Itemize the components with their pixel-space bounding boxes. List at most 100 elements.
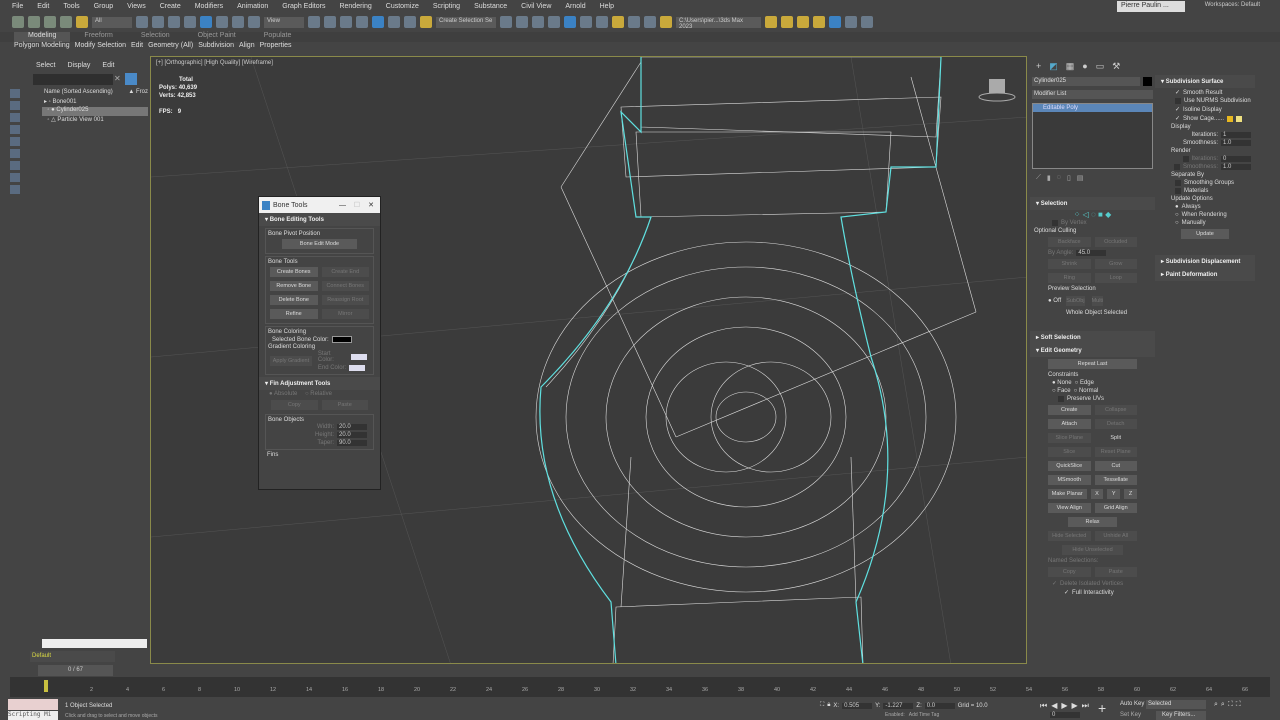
update-button[interactable]: Update — [1181, 229, 1229, 239]
display-cameras-icon[interactable] — [10, 125, 20, 134]
redo-icon[interactable] — [28, 16, 40, 28]
menu-animation[interactable]: Animation — [237, 3, 268, 10]
grow-button[interactable]: Grow — [1094, 259, 1137, 269]
previous-frame-icon[interactable]: ◀ — [1051, 701, 1057, 711]
multi-radio[interactable]: Multi — [1091, 296, 1104, 306]
frozen-column-header[interactable]: ▲ Froz — [128, 89, 148, 98]
current-frame-marker[interactable] — [44, 680, 48, 692]
rollout-subdivision-displacement[interactable]: ▸ Subdivision Displacement — [1155, 255, 1255, 268]
scene-menu-display[interactable]: Display — [67, 62, 90, 69]
panel-polygon-modeling[interactable]: Polygon Modeling — [14, 42, 70, 52]
planar-y-button[interactable]: Y — [1107, 489, 1121, 499]
maxscript-mini-listener[interactable] — [8, 699, 58, 710]
display-xrefs-icon[interactable] — [10, 173, 20, 182]
curve-editor-icon[interactable] — [580, 16, 592, 28]
display-helpers-icon[interactable] — [10, 137, 20, 146]
rect-selection-icon[interactable] — [168, 16, 180, 28]
menu-rendering[interactable]: Rendering — [339, 3, 371, 10]
ring-button[interactable]: Ring — [1048, 273, 1091, 283]
reassign-root-button[interactable]: Reassign Root — [321, 295, 369, 305]
x-coordinate[interactable]: 0.505 — [842, 702, 873, 709]
smoothing-groups-checkbox[interactable]: Smoothing Groups — [1184, 180, 1234, 186]
move-icon[interactable] — [200, 16, 212, 28]
tessellate-button[interactable]: Tessellate — [1094, 475, 1137, 485]
key-set-dropdown[interactable]: Selected — [1146, 700, 1206, 709]
close-icon[interactable]: ✕ — [368, 201, 374, 209]
project-path-dropdown[interactable]: C:\Users\pier...\3ds Max 2023 — [676, 16, 761, 30]
subobject-icons[interactable]: ⁘ ◁ ◌ ■ ◆ — [1030, 210, 1155, 219]
scene-search-input[interactable] — [33, 74, 113, 85]
display-tab-icon[interactable]: ▭ — [1096, 61, 1105, 72]
render-frame-icon[interactable] — [644, 16, 656, 28]
pivot-center-icon[interactable] — [308, 16, 320, 28]
full-interactivity-checkbox[interactable]: Full Interactivity — [1072, 590, 1114, 596]
attach-button[interactable]: Attach — [1048, 419, 1091, 429]
menu-arnold[interactable]: Arnold — [565, 3, 585, 10]
user-account[interactable]: Pierre Paulin ... — [1117, 1, 1185, 12]
current-frame-input[interactable]: 0 — [1050, 712, 1080, 718]
render-iterations-spinner[interactable]: 0 — [1221, 156, 1251, 162]
menu-substance[interactable]: Substance — [474, 3, 507, 10]
window-crossing-icon[interactable] — [184, 16, 196, 28]
maxscript-listener[interactable]: Scripting Mi — [8, 711, 58, 720]
manually-radio[interactable]: Manually — [1182, 220, 1206, 226]
tab-selection[interactable]: Selection — [127, 32, 184, 42]
smooth-result-checkbox[interactable]: Smooth Result — [1183, 90, 1222, 96]
scale-icon[interactable] — [232, 16, 244, 28]
isolate-icon[interactable]: ⛶ — [820, 702, 824, 709]
motion-tab-icon[interactable]: ● — [1082, 61, 1087, 72]
show-end-result-icon[interactable]: ▮ — [1047, 174, 1051, 182]
layer-explorer-icon[interactable] — [548, 16, 560, 28]
display-geometry-icon[interactable] — [10, 101, 20, 110]
constraint-face-radio[interactable]: ○ Face — [1052, 388, 1071, 394]
select-object-icon[interactable] — [136, 16, 148, 28]
unlink-icon[interactable] — [60, 16, 72, 28]
relax-button[interactable]: Relax — [1068, 517, 1117, 527]
off-radio[interactable]: ● Off — [1048, 298, 1061, 304]
remove-modifier-icon[interactable]: ▯ — [1067, 174, 1071, 182]
isoline-display-checkbox[interactable]: Isoline Display — [1183, 107, 1222, 113]
undo-icon[interactable] — [12, 16, 24, 28]
rotate-icon[interactable] — [216, 16, 228, 28]
project-folder-icon[interactable] — [765, 16, 777, 28]
menu-customize[interactable]: Customize — [386, 3, 419, 10]
refine-button[interactable]: Refine — [270, 309, 318, 319]
absolute-radio[interactable]: ● Absolute — [269, 391, 297, 397]
materials-checkbox[interactable]: Materials — [1184, 188, 1208, 194]
smoothness-spinner[interactable]: 1.0 — [1221, 140, 1251, 146]
use-nurms-checkbox[interactable]: Use NURMS Subdivision — [1184, 98, 1251, 104]
utilities-tab-icon[interactable]: ⚒ — [1112, 61, 1120, 72]
render-icon[interactable] — [660, 16, 672, 28]
render-smoothness-spinner[interactable]: 1.0 — [1221, 164, 1251, 170]
workspace-selector[interactable]: Workspaces: Default — [1205, 2, 1260, 8]
layer-dropdown[interactable]: Default — [30, 651, 115, 662]
schematic-view-icon[interactable] — [596, 16, 608, 28]
copy-button[interactable]: Copy — [271, 400, 318, 410]
stack-item-editable-poly[interactable]: Editable Poly — [1033, 104, 1152, 112]
time-slider-thumb[interactable]: 0 / 67 — [38, 665, 113, 676]
hide-unselected-button[interactable]: Hide Unselected — [1062, 545, 1123, 555]
next-frame-icon[interactable]: ▶ — [1072, 701, 1078, 711]
archive-icon[interactable] — [813, 16, 825, 28]
panel-properties[interactable]: Properties — [260, 42, 292, 52]
panel-align[interactable]: Align — [239, 42, 255, 52]
object-color-swatch[interactable] — [1143, 77, 1152, 86]
tree-item[interactable]: ▸ ◦ Bone001 — [42, 98, 148, 107]
hide-selected-button[interactable]: Hide Selected — [1048, 531, 1091, 541]
tab-populate[interactable]: Populate — [250, 32, 306, 42]
unhide-all-button[interactable]: Unhide All — [1094, 531, 1137, 541]
spinner-snap-icon[interactable] — [404, 16, 416, 28]
mirror-icon[interactable] — [500, 16, 512, 28]
key-filters-button[interactable]: Key Filters... — [1156, 711, 1206, 720]
time-slider[interactable]: 0 / 67 — [10, 665, 1270, 677]
width-spinner[interactable]: 20.0 — [337, 424, 367, 430]
display-spacewarps-icon[interactable] — [10, 149, 20, 158]
grid-align-button[interactable]: Grid Align — [1094, 503, 1137, 513]
constraint-edge-radio[interactable]: ○ Edge — [1075, 380, 1094, 386]
iterations-spinner[interactable]: 1 — [1221, 132, 1251, 138]
quickslice-button[interactable]: QuickSlice — [1048, 461, 1091, 471]
panel-subdivision[interactable]: Subdivision — [198, 42, 234, 52]
dialog-titlebar[interactable]: Bone Tools — ☐ ✕ — [259, 197, 380, 213]
panel-modify-selection[interactable]: Modify Selection — [75, 42, 126, 52]
placement-icon[interactable] — [248, 16, 260, 28]
